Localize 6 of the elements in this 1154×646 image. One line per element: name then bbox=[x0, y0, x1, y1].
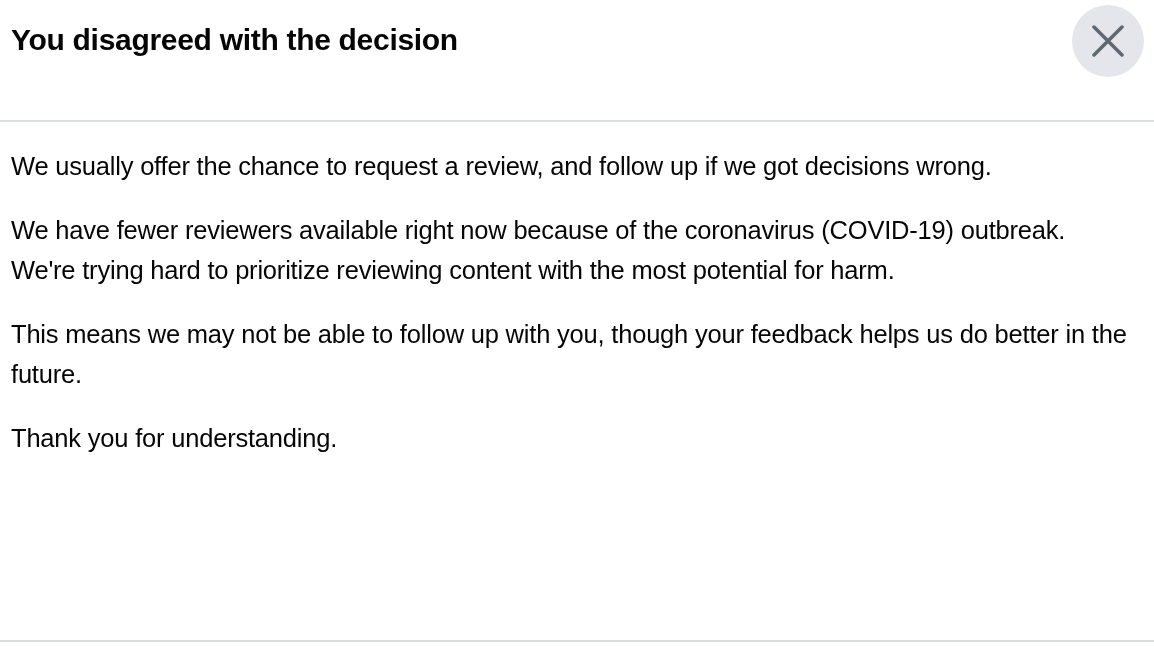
paragraph: We usually offer the chance to request a review, and follow up if we got decisions wrong. bbox=[11, 151, 993, 182]
paragraph: We have fewer reviewers available right now because of the coronavirus (COVID-19) outbreak. We're trying hard to prioritize reviewing content with the most potential for harm. bbox=[11, 215, 1067, 286]
dialog-title: You disagreed with the decision bbox=[11, 22, 458, 58]
close-icon bbox=[1092, 25, 1124, 57]
paragraph: Thank you for understanding. bbox=[11, 423, 339, 454]
paragraph: This means we may not be able to follow up with you, though your feedback helps us do better in the future. bbox=[11, 319, 1128, 390]
